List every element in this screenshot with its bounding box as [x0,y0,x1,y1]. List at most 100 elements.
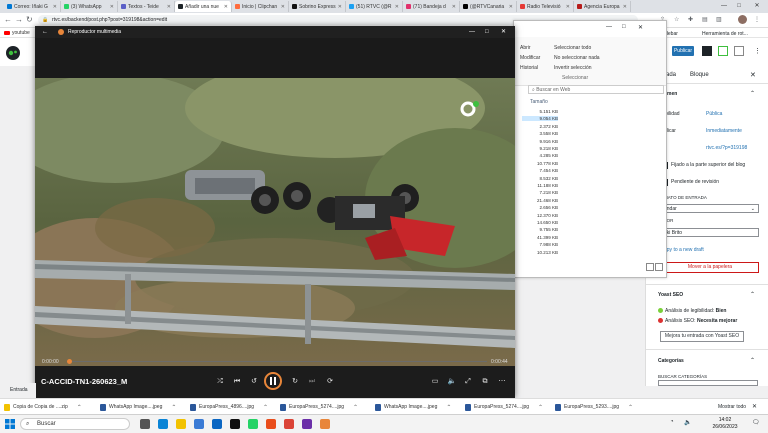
browser-tab[interactable]: Agencia Europa ✕ [574,1,631,12]
file-size-row[interactable]: 10.213 KB [522,250,558,255]
explorer-close-button[interactable]: ✕ [638,24,643,31]
file-size-row[interactable]: 2.656 KB [522,205,558,210]
publish-date-value[interactable]: Inmediatamente [706,128,742,134]
wifi-icon[interactable]: ◔ [670,419,674,425]
chevron-up-icon[interactable]: ⌃ [77,404,82,411]
file-size-row[interactable]: 9.054 KB [522,116,558,122]
file-size-row[interactable]: 11.188 KB [522,183,558,188]
download-item[interactable]: EuropaPress_5274....jpg ⌃ [465,402,543,412]
repeat-icon[interactable]: ⟳ [325,378,335,386]
browser-tab[interactable]: Inicio | Clipchan ✕ [232,1,289,12]
pause-button[interactable] [264,372,282,390]
store-icon[interactable] [194,419,204,429]
tab-close-icon[interactable]: ✕ [167,4,171,10]
seek-track[interactable] [67,359,487,364]
star-icon[interactable]: ☆ [674,15,679,25]
format-select[interactable]: andar ⌄ [661,204,759,213]
download-item[interactable]: Copia de Copia de ....zip ⌃ [4,402,82,412]
file-size-row[interactable]: 41.399 KB [522,235,558,240]
yoast-icon[interactable] [718,46,728,56]
chevron-up-icon[interactable]: ⌃ [353,404,358,411]
chevron-up-icon[interactable]: ⌃ [263,404,268,411]
browser-tab[interactable]: Textos - Teide ✕ [118,1,175,12]
firefox-icon[interactable] [266,419,276,429]
cast-icon[interactable]: ⧉ [480,378,490,386]
yoast-improve-button[interactable]: Mejora tu entrada con Yoast SEO [660,331,744,342]
extensions-icon[interactable]: ✚ [688,15,693,25]
trash-button[interactable]: Mover a la papelera [661,262,759,273]
file-size-row[interactable]: 12.370 KB [522,213,558,218]
browser-tab[interactable]: Correo: Iñaki G ✕ [4,1,61,12]
menu-icon[interactable]: ⋮ [754,15,760,25]
tab-close-icon[interactable]: ✕ [110,4,114,10]
chevron-up-icon[interactable]: ⌃ [538,404,543,411]
app-icon[interactable] [302,419,312,429]
player-maximize-button[interactable]: □ [485,26,489,38]
media-player-taskbar-icon[interactable] [320,419,330,429]
more-options-icon[interactable]: ⋯ [497,378,507,386]
chevron-up-icon[interactable]: ⌃ [171,404,176,411]
ribbon-history[interactable]: Historial [520,65,538,71]
copy-draft-link[interactable]: opy to a new draft [664,247,704,253]
chevron-up-icon[interactable]: ⌃ [446,404,451,411]
ribbon-modify[interactable]: Modificar [520,55,540,61]
ribbon-invert-selection[interactable]: Invertir selección [554,65,592,71]
file-size-row[interactable]: 2.372 KB [522,124,558,129]
whatsapp-icon[interactable] [248,419,258,429]
file-size-row[interactable]: 21.468 KB [522,198,558,203]
browser-close-button[interactable]: ✕ [751,0,763,12]
reload-icon[interactable]: ↻ [26,15,33,25]
file-size-row[interactable]: 5.151 KB [522,109,558,114]
browser-tab[interactable]: Radio Televisió ✕ [517,1,574,12]
chevron-up-icon[interactable]: ⌃ [750,291,755,298]
bookmark-youtube[interactable]: youtube [12,30,30,36]
next-icon[interactable]: ⏭ [307,378,317,386]
file-size-row[interactable]: 14.650 KB [522,220,558,225]
ribbon-open[interactable]: Abrir [520,45,531,51]
rotation-tool-link[interactable]: Herramienta de rot... [702,31,748,37]
post-url-value[interactable]: rtvc.es/?p=319198 [706,145,747,151]
site-logo-icon[interactable] [6,46,20,60]
task-view-icon[interactable] [140,419,150,429]
outlook-icon[interactable] [212,419,222,429]
file-size-row[interactable]: 9.916 KB [522,139,558,144]
shuffle-icon[interactable]: ⤮ [215,378,225,386]
windows-start-icon[interactable] [5,419,15,429]
ribbon-select-none[interactable]: No seleccionar nada [554,55,600,61]
explorer-search-input[interactable]: ⌕ Buscar en Web [528,85,664,94]
editor-breadcrumb[interactable]: Entrada [0,383,36,398]
file-size-row[interactable]: 8.532 KB [522,176,558,181]
settings-icon[interactable] [702,46,712,56]
tab-bloque[interactable]: Bloque [690,72,709,78]
previous-icon[interactable]: ⏮ [232,378,242,386]
tiktok-icon[interactable] [230,419,240,429]
player-close-button[interactable]: ✕ [501,26,506,38]
back-icon[interactable]: ← [4,15,12,25]
browser-minimize-button[interactable]: — [718,0,730,12]
browser-tab[interactable]: (3) WhatsApp ✕ [61,1,118,12]
thumbnails-view-icon[interactable] [655,263,663,271]
fullscreen-icon[interactable]: ⤢ [463,378,473,386]
file-size-row[interactable]: 9.218 KB [522,146,558,151]
forward-30-icon[interactable]: ↻ [290,378,300,386]
tab-close-icon[interactable]: ✕ [509,4,513,10]
file-size-row[interactable]: 3.558 KB [522,131,558,136]
taskbar-clock[interactable]: 14:02 26/06/2023 [705,417,745,431]
chevron-up-icon[interactable]: ⌃ [750,357,755,364]
file-size-row[interactable]: 7.454 KB [522,168,558,173]
miniplayer-icon[interactable]: ▭ [430,378,440,386]
more-options-icon[interactable]: ⋮ [754,47,761,55]
back-arrow-icon[interactable]: ← [42,26,48,38]
file-size-row[interactable]: 9.755 KB [522,227,558,232]
file-explorer-icon[interactable] [176,419,186,429]
author-field[interactable]: aki Brito [661,228,759,237]
chevron-up-icon[interactable]: ⌃ [628,404,633,411]
tab-close-icon[interactable]: ✕ [623,4,627,10]
seek-thumb[interactable] [67,359,72,364]
chevron-up-icon[interactable]: ⌃ [750,90,755,97]
yoast-heading[interactable]: Yoast SEO [658,292,683,298]
rewind-10-icon[interactable]: ↺ [249,378,259,386]
browser-tab[interactable]: (@RTVCanaria ✕ [460,1,517,12]
download-item[interactable]: WhatsApp Image....jpeg ⌃ [375,402,451,412]
column-header-size[interactable]: Tamaño [530,99,548,105]
